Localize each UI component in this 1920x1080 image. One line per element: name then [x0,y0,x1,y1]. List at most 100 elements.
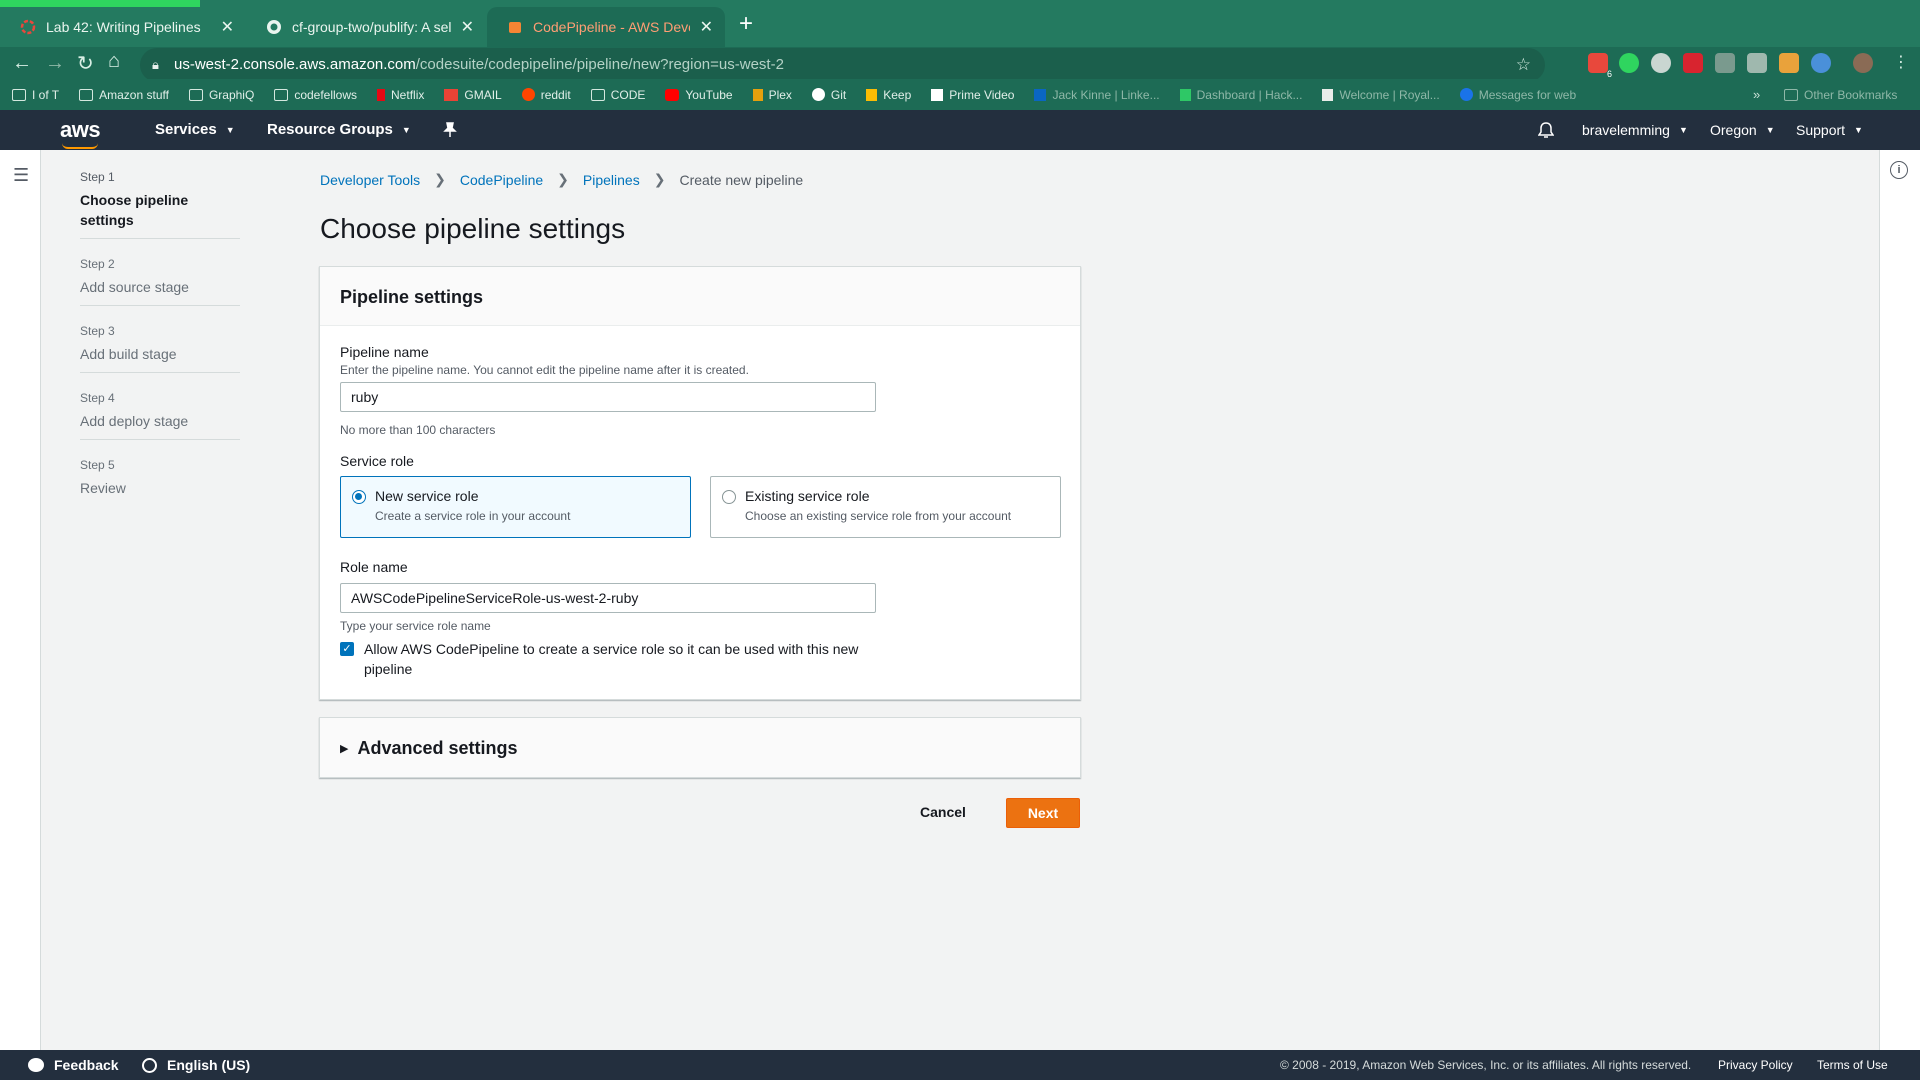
aws-smile-icon [62,143,98,149]
page-title: Choose pipeline settings [320,213,626,244]
forward-icon[interactable]: → [45,52,65,75]
new-service-role-option[interactable]: New service role Create a service role i… [340,476,691,538]
language-selector[interactable]: English (US) [142,1057,250,1073]
pipeline-name-input[interactable] [340,382,876,412]
breadcrumb-pipelines[interactable]: Pipelines [583,172,640,188]
lab-favicon-icon [20,19,36,35]
reload-icon[interactable]: ↻ [77,51,94,76]
ublock-icon[interactable] [1683,53,1703,73]
step-number: Step 2 [80,257,115,271]
back-icon[interactable]: ← [12,52,32,75]
bookmark-label: Amazon stuff [99,87,169,102]
extension-mail-icon[interactable]: 6 [1588,53,1612,79]
resource-groups-menu[interactable]: Resource Groups ▼ [267,110,411,150]
netflix-icon [377,88,386,101]
lock-icon: 🔒︎ [152,57,159,72]
role-name-hint: Type your service role name [340,619,491,633]
bookmark-item[interactable]: Keep [866,88,911,102]
bookmark-item[interactable]: I of T [12,88,59,102]
wizard-step-3: Step 3 Add build stage [80,324,240,373]
bookmark-label: Welcome | Royal... [1339,87,1440,102]
extension-tool-icon[interactable] [1747,53,1767,73]
extension-gray-icon[interactable] [1715,53,1735,73]
extension-pin-icon[interactable] [1651,53,1671,73]
terms-of-use-link[interactable]: Terms of Use [1817,1058,1888,1072]
wizard-step-5: Step 5 Review [80,458,240,506]
support-menu[interactable]: Support ▼ [1796,110,1863,150]
existing-service-role-option[interactable]: Existing service role Choose an existing… [710,476,1061,538]
role-name-input[interactable] [340,583,876,613]
wizard-step-1: Step 1 Choose pipeline settings [80,170,240,239]
services-menu[interactable]: Services ▼ [155,110,235,150]
step-number: Step 5 [80,458,115,472]
bookmark-item[interactable]: reddit [521,88,571,102]
bookmark-item[interactable]: YouTube [665,88,733,102]
close-tab-icon[interactable]: ✕ [461,17,474,37]
hamburger-menu-icon[interactable]: ☰ [13,165,29,186]
wizard-step-2: Step 2 Add source stage [80,257,240,306]
close-tab-icon[interactable]: ✕ [221,17,234,37]
bookmark-star-icon[interactable]: ☆ [1516,48,1531,82]
profile-avatar[interactable] [1853,53,1873,73]
other-bookmarks[interactable]: Other Bookmarks [1784,79,1897,110]
bookmark-label: I of T [32,87,60,102]
bookmark-item[interactable]: Git [811,88,846,102]
next-button[interactable]: Next [1006,798,1080,828]
step-label: Add build stage [80,346,177,362]
close-tab-icon[interactable]: ✕ [700,17,713,37]
resource-groups-label: Resource Groups [267,121,393,138]
folder-icon [188,88,203,101]
browser-tab-lab42[interactable]: Lab 42: Writing Pipelines ✕ [0,7,246,47]
breadcrumb: Developer Tools ❯ CodePipeline ❯ Pipelin… [320,171,803,188]
pin-icon[interactable] [443,110,457,150]
bookmark-item[interactable]: Prime Video [931,88,1014,102]
plex-icon [752,88,763,101]
bookmark-item[interactable]: CODE [590,88,645,102]
radio-unselected-icon[interactable] [722,490,736,504]
browser-tab-github[interactable]: cf-group-two/publify: A self hos ✕ [246,7,486,47]
support-label: Support [1796,122,1846,138]
aws-top-nav: aws Services ▼ Resource Groups ▼ bravelemm… [0,110,1920,150]
bookmark-item[interactable]: Dashboard | Hack... [1179,88,1302,102]
address-bar[interactable]: 🔒︎ us-west-2.console.aws.amazon.com/code… [140,48,1545,82]
breadcrumb-developer-tools[interactable]: Developer Tools [320,172,420,188]
home-icon[interactable]: ⌂ [108,50,120,73]
caret-down-icon: ▼ [1678,125,1688,135]
extension-glasses-icon[interactable] [1779,53,1799,73]
bookmark-item[interactable]: Jack Kinne | Linke... [1034,88,1160,102]
advanced-settings-expander[interactable]: ▶ Advanced settings [319,717,1081,778]
aws-logo[interactable]: aws [60,117,101,149]
browser-menu-icon[interactable]: ⋮ [1893,52,1909,72]
bookmark-item[interactable]: Plex [752,88,792,102]
bookmark-item[interactable]: Welcome | Royal... [1322,87,1440,102]
feedback-link[interactable]: Feedback [28,1057,119,1073]
bookmark-item[interactable]: Amazon stuff [79,88,169,102]
bookmark-item[interactable]: GraphiQ [188,88,254,102]
bookmark-item[interactable]: Netflix [377,88,424,102]
extension-green-icon[interactable] [1619,53,1639,73]
aws-favicon-icon [507,19,523,35]
breadcrumb-codepipeline[interactable]: CodePipeline [460,172,543,188]
privacy-policy-link[interactable]: Privacy Policy [1718,1058,1793,1072]
chevron-right-icon: ❯ [434,171,446,187]
bookmarks-overflow-button[interactable]: » [1753,87,1760,102]
messages-icon [1459,88,1473,101]
bookmark-item[interactable]: Messages for web [1459,88,1576,102]
bookmark-item[interactable]: codefellows [274,88,357,102]
new-tab-button[interactable]: + [739,10,753,38]
cancel-button[interactable]: Cancel [908,796,978,828]
browser-tab-codepipeline[interactable]: CodePipeline - AWS Developer ✕ [487,7,725,47]
allow-create-role-checkbox[interactable]: ✓ [340,642,354,656]
pipeline-settings-panel: Pipeline settings Pipeline name Enter th… [319,266,1081,700]
account-menu[interactable]: bravelemming ▼ [1582,110,1688,150]
extension-sync-icon[interactable] [1811,53,1831,73]
option-title: Existing service role [745,488,870,504]
github-favicon-icon [266,19,282,35]
bell-icon[interactable] [1538,110,1554,150]
radio-selected-icon[interactable] [352,490,366,504]
region-menu[interactable]: Oregon ▼ [1710,110,1775,150]
option-title: New service role [375,488,479,504]
bookmark-item[interactable]: GMAIL [444,88,502,102]
aws-logo-text: aws [60,117,101,142]
info-icon[interactable]: i [1890,161,1908,179]
